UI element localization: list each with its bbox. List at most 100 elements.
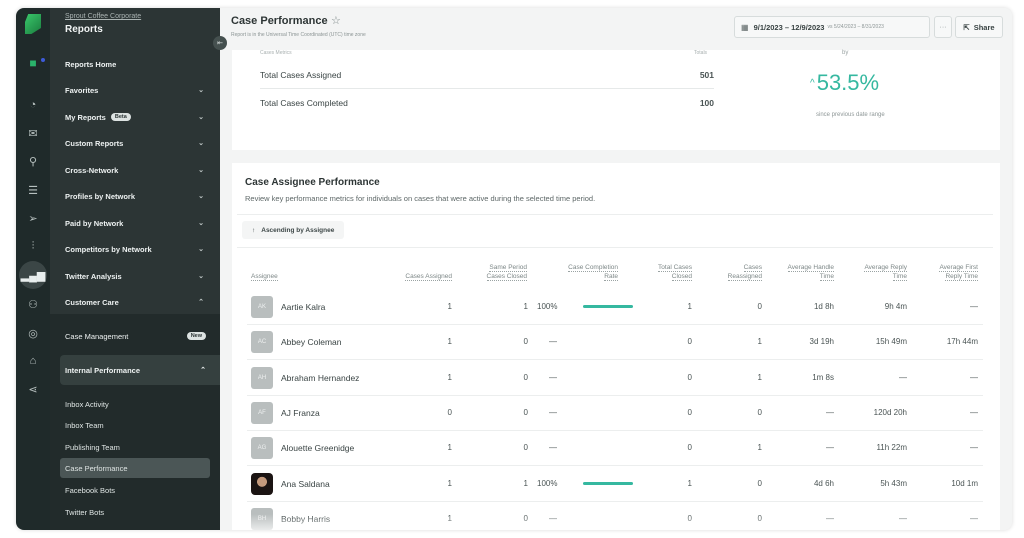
- chevron-down-icon: ⌄: [198, 87, 204, 94]
- cell-total-closed: 0: [687, 372, 692, 382]
- nav-subitem-inbox-activity[interactable]: Inbox Activity: [60, 394, 210, 414]
- nav-item-label: Case Management: [65, 331, 129, 341]
- send-icon[interactable]: ➢: [16, 208, 50, 228]
- chevron-down-icon: ⌄: [198, 140, 204, 147]
- assignee-name: Ana Saldana: [281, 478, 330, 489]
- chevron-down-icon: ⌄: [198, 246, 204, 253]
- summary-card: Cases Metrics Totals Total Cases Assigne…: [232, 50, 1000, 150]
- more-options-button[interactable]: ···: [934, 16, 952, 38]
- inbox-icon[interactable]: ✉: [16, 123, 50, 143]
- nav-item-label: Favorites: [65, 85, 99, 95]
- column-header-line1: Case Completion: [568, 264, 618, 272]
- table-row[interactable]: AF AJ Franza 0 0 — 0 0 — 120d 20h —: [247, 396, 983, 431]
- totals-column-header: Totals: [694, 50, 708, 56]
- cell-first-reply: 10d 1m: [951, 478, 978, 488]
- nav-item-reports-home[interactable]: Reports Home: [50, 52, 220, 76]
- nav-item-my-reports[interactable]: My Reports Beta ⌄: [50, 105, 220, 129]
- cell-rate: —: [549, 443, 557, 453]
- collapse-sidebar-button[interactable]: ⇤: [213, 36, 227, 50]
- column-header-line2: Cases Closed: [486, 273, 527, 281]
- share-button[interactable]: ⇱ Share: [955, 16, 1003, 38]
- cell-reassigned: 0: [757, 478, 762, 488]
- share-icon: ⇱: [963, 22, 970, 32]
- cell-reassigned: 0: [757, 302, 762, 311]
- change-by-label: by: [842, 50, 849, 56]
- column-header[interactable]: Total Cases Closed: [658, 263, 692, 281]
- cell-closed-same: 0: [523, 337, 528, 347]
- nav-item-label: Profiles by Network: [65, 191, 136, 201]
- date-range-picker[interactable]: ▦ 9/1/2023 – 12/9/2023 vs 5/24/2023 – 8/…: [734, 16, 930, 38]
- nav-subitem-case-performance[interactable]: Case Performance: [60, 458, 210, 478]
- cell-closed-same: 1: [523, 478, 528, 488]
- listening-icon[interactable]: ⫶: [16, 236, 50, 256]
- nav-subitem-facebook-bots[interactable]: Facebook Bots: [60, 480, 210, 500]
- reports-icon[interactable]: ▂▄▆: [19, 261, 47, 289]
- nav-subitem-twitter-bots[interactable]: Twitter Bots: [60, 502, 210, 522]
- nav-item-customer-care[interactable]: Customer Care ⌃: [50, 290, 220, 314]
- nav-subitem-publishing-team[interactable]: Publishing Team: [60, 437, 210, 457]
- nav-item-profiles-by-network[interactable]: Profiles by Network ⌄: [50, 184, 220, 208]
- logo-icon[interactable]: [25, 14, 41, 34]
- column-header[interactable]: Assignee: [251, 272, 278, 281]
- nav-item-cross-network[interactable]: Cross-Network ⌄: [50, 158, 220, 182]
- list-icon[interactable]: ☰: [16, 180, 50, 200]
- dashboard-icon[interactable]: ◔: [16, 95, 50, 115]
- change-value: 53.5%: [816, 70, 880, 95]
- table-row[interactable]: AG Alouette Greenidge 1 0 — 0 1 — 11h 22m —: [247, 431, 983, 467]
- column-header-line1: Average Handle: [787, 264, 834, 272]
- assignee-name: Abbey Coleman: [281, 337, 342, 348]
- cell-handle: 1d 8h: [813, 302, 834, 311]
- cell-reply: —: [899, 372, 907, 382]
- nav-item-custom-reports[interactable]: Custom Reports ⌄: [50, 131, 220, 155]
- sort-label: Ascending by Assignee: [261, 226, 335, 234]
- table-row[interactable]: AC Abbey Coleman 1 0 — 0 1 3d 19h 15h 49m 17h 44m: [247, 325, 983, 361]
- avatar: AC: [251, 331, 273, 354]
- share-icon[interactable]: ⋖: [16, 379, 50, 399]
- folder-icon[interactable]: ■: [16, 53, 50, 73]
- support-icon[interactable]: ◎: [16, 323, 50, 343]
- org-name[interactable]: Sprout Coffee Corporate: [65, 13, 141, 20]
- beta-badge: Beta: [110, 113, 131, 121]
- nav-item-case-management[interactable]: Case Management New: [50, 324, 220, 348]
- column-header[interactable]: Case Completion Rate: [568, 263, 618, 281]
- chevron-down-icon: ⌄: [198, 193, 204, 200]
- nav-item-twitter-analysis[interactable]: Twitter Analysis ⌄: [50, 264, 220, 288]
- column-header[interactable]: Average First Reply Time: [939, 263, 978, 281]
- avatar: AG: [251, 437, 273, 460]
- sort-button[interactable]: ↑ Ascending by Assignee: [242, 221, 345, 239]
- column-header[interactable]: Average Reply Time: [864, 263, 907, 281]
- scroll-fade: [232, 514, 1000, 530]
- summary-row: Total Cases Completed 100: [260, 89, 714, 117]
- cell-first-reply: —: [970, 407, 978, 417]
- cell-assigned: 1: [447, 478, 452, 488]
- column-header-line2: Closed: [671, 273, 692, 281]
- people-icon[interactable]: ⚇: [16, 294, 50, 314]
- cell-reply: 11h 22m: [876, 443, 907, 453]
- column-header[interactable]: Cases Assigned: [405, 272, 452, 281]
- chevron-up-icon: ⌃: [198, 299, 204, 306]
- chevron-down-icon: ⌄: [198, 273, 204, 280]
- table-row[interactable]: Ana Saldana 1 1 100% 1 0 4d 6h 5h 43m 10d 1m: [247, 467, 983, 502]
- cell-closed-same: 0: [523, 372, 528, 382]
- column-header[interactable]: Same Period Cases Closed: [486, 263, 527, 281]
- store-icon[interactable]: ⌂: [16, 351, 50, 371]
- nav-item-favorites[interactable]: Favorites ⌄: [50, 78, 220, 102]
- column-header[interactable]: Cases Reassigned: [727, 263, 762, 281]
- nav-group-internal-performance[interactable]: Internal Performance ⌃: [60, 355, 220, 385]
- summary-label: Total Cases Completed: [260, 98, 348, 108]
- nav-item-paid-by-network[interactable]: Paid by Network ⌄: [50, 211, 220, 235]
- avatar: AF: [251, 401, 273, 424]
- table-row[interactable]: AK Aartie Kalra 1 1 100% 1 0 1d 8h 9h 4m —: [247, 290, 983, 325]
- date-range: 9/1/2023 – 12/9/2023: [753, 22, 825, 32]
- favorite-star-icon[interactable]: ☆: [331, 14, 341, 27]
- cell-rate: —: [549, 372, 557, 382]
- arrow-up-icon: ↑: [252, 226, 256, 234]
- column-header-line1: Total Cases: [658, 264, 692, 272]
- column-header[interactable]: Average Handle Time: [787, 263, 834, 281]
- table-row[interactable]: AH Abraham Hernandez 1 0 — 0 1 1m 8s — —: [247, 361, 983, 396]
- nav-subitem-inbox-team[interactable]: Inbox Team: [60, 415, 210, 435]
- pin-icon[interactable]: ⚲: [16, 151, 50, 171]
- nav-item-competitors-by-network[interactable]: Competitors by Network ⌄: [50, 237, 220, 261]
- column-header-line2: Rate: [604, 273, 618, 281]
- summary-value: 501: [699, 70, 714, 80]
